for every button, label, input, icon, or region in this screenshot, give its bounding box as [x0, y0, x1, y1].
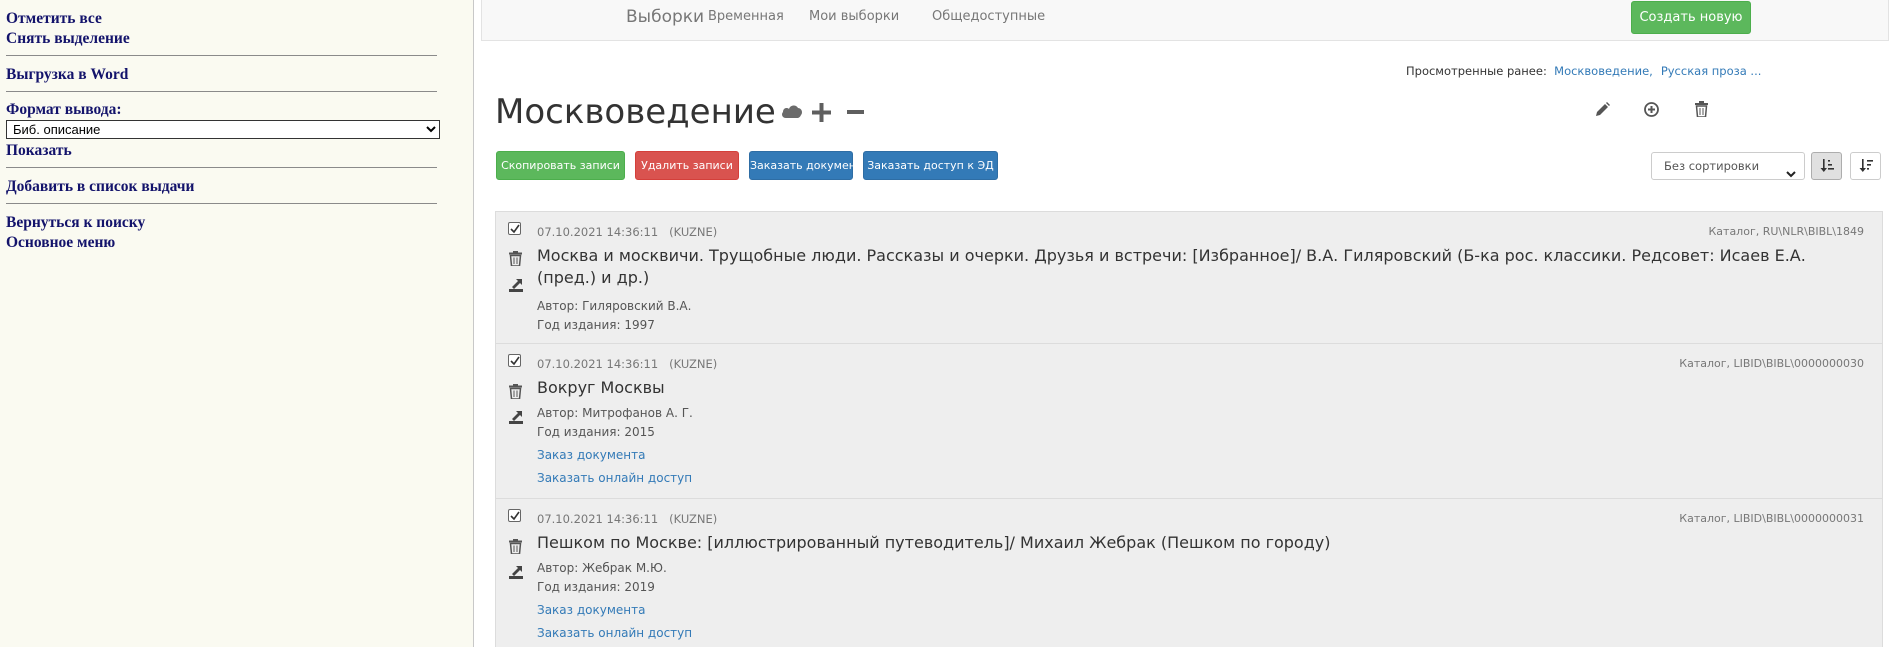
delete-record-icon[interactable]: [509, 384, 522, 403]
record-item: 07.10.2021 14:36:11 (KUZNE) Каталог, LIB…: [496, 344, 1882, 499]
format-select[interactable]: Биб. описание: [6, 120, 440, 139]
record-user: (KUZNE): [669, 225, 718, 239]
export-record-icon[interactable]: [509, 277, 523, 296]
record-title[interactable]: Пешком по Москве: [иллюстрированный путе…: [537, 532, 1867, 554]
records-list: 07.10.2021 14:36:11 (KUZNE) Каталог, RU\…: [495, 211, 1883, 647]
record-checkbox[interactable]: [508, 509, 521, 522]
record-title[interactable]: Вокруг Москвы: [537, 377, 1867, 399]
left-frame: Отметить все Снять выделение Выгрузка в …: [0, 0, 474, 647]
add-to-list-link[interactable]: Добавить в список выдачи: [6, 177, 473, 197]
cloud-icon[interactable]: [781, 103, 803, 119]
format-label: Формат вывода:: [6, 101, 122, 118]
sort-select[interactable]: Без сортировки: [1651, 152, 1805, 180]
record-user: (KUZNE): [669, 512, 718, 526]
record-author: Автор: Жебрак М.Ю.: [537, 561, 667, 575]
record-date: 07.10.2021 14:36:11 (KUZNE): [537, 512, 718, 526]
order-document-link[interactable]: Заказ документа: [537, 448, 645, 462]
delete-record-icon[interactable]: [509, 539, 522, 558]
record-user: (KUZNE): [669, 357, 718, 371]
export-record-icon[interactable]: [509, 409, 523, 428]
back-to-search-link[interactable]: Вернуться к поиску: [6, 213, 473, 233]
record-year: Год издания: 2019: [537, 580, 655, 594]
order-documents-button[interactable]: Заказать документы: [749, 151, 871, 180]
record-catalog: Каталог, LIBID\BIBL\0000000030: [1679, 357, 1864, 370]
main-menu-link[interactable]: Основное меню: [6, 233, 473, 253]
sort-select-value: Без сортировки: [1664, 159, 1760, 173]
divider: [6, 91, 437, 92]
order-access-button[interactable]: Заказать доступ к ЭД: [863, 151, 998, 180]
nav-public[interactable]: Общедоступные: [932, 0, 1045, 34]
record-date: 07.10.2021 14:36:11 (KUZNE): [537, 357, 718, 371]
nav-temporary[interactable]: Временная: [708, 0, 784, 34]
chevron-down-icon: [1786, 161, 1796, 187]
record-checkbox[interactable]: [508, 222, 521, 235]
record-item: 07.10.2021 14:36:11 (KUZNE) Каталог, RU\…: [496, 212, 1882, 344]
nav-my-selections[interactable]: Мои выборки: [809, 0, 899, 34]
add-circle-icon[interactable]: [1644, 102, 1659, 117]
delete-records-button[interactable]: Удалить записи: [635, 151, 739, 180]
trash-icon[interactable]: [1695, 101, 1708, 117]
record-title[interactable]: Москва и москвичи. Трущобные люди. Расск…: [537, 245, 1867, 289]
pencil-icon[interactable]: [1595, 102, 1610, 117]
recently-viewed-label: Просмотренные ранее:: [1406, 64, 1547, 78]
record-catalog: Каталог, LIBID\BIBL\0000000031: [1679, 512, 1864, 525]
show-link[interactable]: Показать: [6, 141, 473, 161]
record-author: Автор: Митрофанов А. Г.: [537, 406, 693, 420]
page-title: Москвоведение: [495, 92, 776, 132]
record-year: Год издания: 1997: [537, 318, 655, 332]
divider: [6, 167, 437, 168]
copy-records-button[interactable]: Скопировать записи: [496, 151, 625, 180]
divider: [6, 55, 437, 56]
right-frame: Выборки Временная Мои выборки Общедоступ…: [475, 0, 1893, 647]
recent-link-russian-prose[interactable]: Русская проза ...: [1661, 64, 1762, 78]
deselect-link[interactable]: Снять выделение: [6, 29, 473, 49]
top-navbar: Выборки Временная Мои выборки Общедоступ…: [481, 0, 1889, 41]
recent-link-moscow-studies[interactable]: Москвоведение: [1554, 64, 1649, 78]
sort-descending-button[interactable]: [1850, 152, 1881, 180]
minus-icon[interactable]: [847, 110, 864, 115]
divider: [6, 203, 437, 204]
record-checkbox[interactable]: [508, 354, 521, 367]
order-online-access-link[interactable]: Заказать онлайн доступ: [537, 471, 692, 485]
export-word-link[interactable]: Выгрузка в Word: [6, 65, 473, 85]
create-new-button[interactable]: Создать новую: [1631, 1, 1751, 34]
record-item: 07.10.2021 14:36:11 (KUZNE) Каталог, LIB…: [496, 499, 1882, 647]
export-record-icon[interactable]: [509, 564, 523, 583]
select-all-link[interactable]: Отметить все: [6, 9, 473, 29]
order-document-link[interactable]: Заказ документа: [537, 603, 645, 617]
delete-record-icon[interactable]: [509, 251, 522, 270]
record-author: Автор: Гиляровский В.А.: [537, 299, 692, 313]
sort-descending-icon: [1859, 159, 1873, 172]
sort-ascending-button[interactable]: [1811, 152, 1842, 180]
record-catalog: Каталог, RU\NLR\BIBL\1849: [1708, 225, 1864, 238]
recently-viewed: Просмотренные ранее: Москвоведение, Русск…: [1406, 64, 1762, 78]
record-year: Год издания: 2015: [537, 425, 655, 439]
order-online-access-link[interactable]: Заказать онлайн доступ: [537, 626, 692, 640]
sort-ascending-icon: [1820, 159, 1834, 172]
plus-icon[interactable]: [812, 103, 831, 122]
record-date: 07.10.2021 14:36:11 (KUZNE): [537, 225, 718, 239]
nav-brand-selections[interactable]: Выборки: [626, 0, 704, 34]
